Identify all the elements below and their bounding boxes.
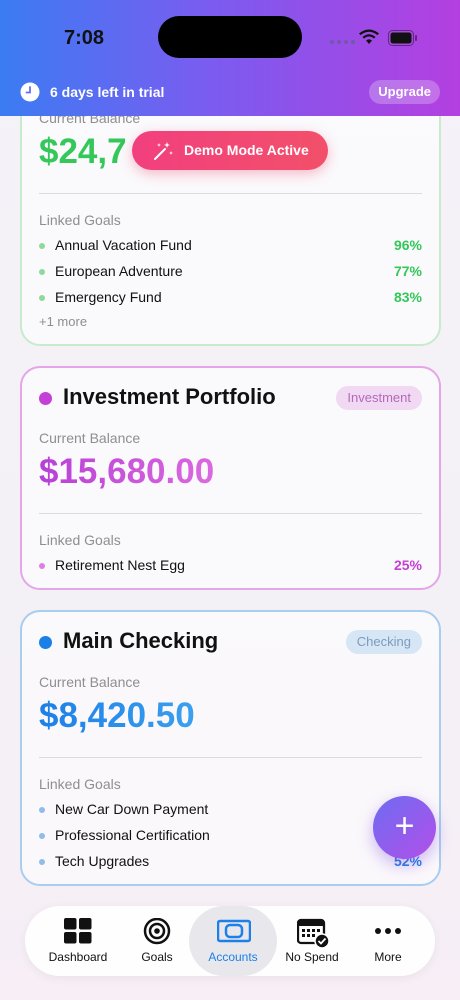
linked-goal-row[interactable]: Professional Certification — [39, 826, 422, 846]
demo-mode-text: Demo Mode Active — [184, 142, 309, 158]
account-card-savings[interactable]: Current Balance $24,7 Linked Goals Annua… — [20, 84, 441, 346]
goal-dot — [39, 859, 45, 865]
tab-more[interactable]: More — [347, 906, 429, 976]
goal-percent: 96% — [393, 237, 422, 253]
tab-dashboard[interactable]: Dashboard — [37, 906, 119, 976]
linked-goal-row[interactable]: Retirement Nest Egg 25% — [39, 556, 422, 576]
divider — [39, 513, 422, 514]
goal-dot — [39, 269, 45, 275]
linked-goal-row[interactable]: Annual Vacation Fund 96% — [39, 236, 422, 256]
linked-goals-label: Linked Goals — [39, 212, 121, 228]
tab-label: More — [374, 950, 402, 964]
linked-goals-label: Linked Goals — [39, 776, 121, 792]
goal-percent: 83% — [393, 289, 422, 305]
goal-dot — [39, 295, 45, 301]
goal-name: Emergency Fund — [55, 289, 162, 305]
tab-label: Dashboard — [48, 950, 108, 964]
tab-label: No Spend — [285, 950, 339, 964]
divider — [39, 193, 422, 194]
goal-percent: 25% — [393, 557, 422, 573]
tab-goals[interactable]: Goals — [116, 906, 198, 976]
tab-label: Goals — [141, 950, 173, 964]
divider — [39, 757, 422, 758]
account-type-badge: Investment — [336, 386, 422, 410]
balance-label: Current Balance — [39, 674, 141, 690]
more-goals-link[interactable]: +1 more — [39, 314, 87, 329]
tab-no-spend[interactable]: No Spend — [271, 906, 353, 976]
add-account-button[interactable]: + — [373, 796, 436, 859]
clock-icon — [20, 82, 40, 102]
tab-label: Accounts — [208, 950, 258, 964]
account-title: Investment Portfolio — [63, 384, 276, 409]
goal-dot — [39, 563, 45, 569]
demo-mode-banner[interactable]: Demo Mode Active — [132, 131, 328, 170]
goal-dot — [39, 243, 45, 249]
goal-name: Annual Vacation Fund — [55, 237, 192, 253]
tab-accounts[interactable]: Accounts — [189, 906, 277, 976]
account-card-investment[interactable]: Investment Portfolio Investment Current … — [20, 366, 441, 590]
upgrade-button[interactable]: Upgrade — [369, 80, 440, 104]
tab-bar: Dashboard Goals Accounts No Spend More — [25, 906, 435, 976]
target-icon — [143, 918, 171, 945]
balance-label: Current Balance — [39, 430, 141, 446]
account-title: Main Checking — [63, 628, 219, 653]
wifi-icon — [359, 29, 379, 44]
card-icon — [217, 919, 251, 943]
account-color-dot — [39, 636, 52, 649]
cellular-signal-icon — [330, 40, 355, 44]
linked-goal-row[interactable]: New Car Down Payment — [39, 800, 422, 820]
trial-text: 6 days left in trial — [50, 84, 165, 100]
battery-icon — [388, 30, 417, 46]
trial-banner: 6 days left in trial Upgrade — [0, 76, 460, 112]
status-bar: 7:08 — [0, 0, 460, 76]
magic-wand-icon — [154, 142, 173, 160]
goal-dot — [39, 833, 45, 839]
goal-name: European Adventure — [55, 263, 183, 279]
dynamic-island — [158, 16, 302, 58]
linked-goal-row[interactable]: Emergency Fund 83% — [39, 288, 422, 308]
goal-percent: 77% — [393, 263, 422, 279]
linked-goal-row[interactable]: European Adventure 77% — [39, 262, 422, 282]
ellipsis-icon — [375, 928, 401, 934]
account-color-dot — [39, 392, 52, 405]
goal-name: New Car Down Payment — [55, 801, 209, 817]
goal-dot — [39, 807, 45, 813]
account-balance: $15,680.00 — [39, 452, 215, 491]
account-balance: $8,420.50 — [39, 696, 195, 735]
linked-goals-label: Linked Goals — [39, 532, 121, 548]
linked-goal-row[interactable]: Tech Upgrades 52% — [39, 852, 422, 872]
account-type-badge: Checking — [345, 630, 422, 654]
grid-icon — [64, 918, 92, 944]
goal-name: Retirement Nest Egg — [55, 557, 185, 573]
account-balance: $24,7 — [39, 132, 127, 171]
calendar-check-icon — [297, 918, 329, 948]
goal-name: Professional Certification — [55, 827, 210, 843]
status-time: 7:08 — [64, 27, 105, 49]
goal-name: Tech Upgrades — [55, 853, 150, 869]
plus-icon: + — [394, 807, 415, 845]
